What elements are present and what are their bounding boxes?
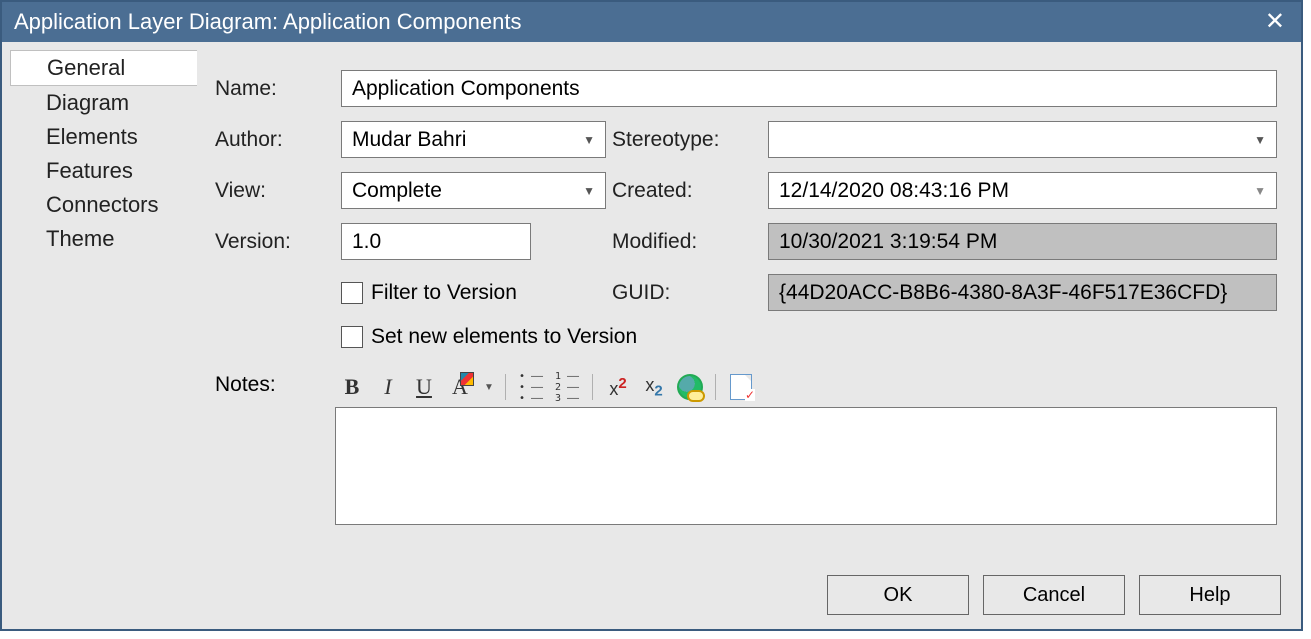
- set-new-elements-label: Set new elements to Version: [371, 325, 637, 349]
- chevron-down-icon: ▼: [583, 133, 595, 147]
- label-notes: Notes:: [215, 367, 335, 397]
- sidebar-item-diagram[interactable]: Diagram: [2, 86, 197, 120]
- version-value: 1.0: [352, 230, 381, 254]
- italic-button[interactable]: I: [371, 371, 405, 403]
- modified-box: 10/30/2021 3:19:54 PM: [768, 223, 1277, 260]
- window-title: Application Layer Diagram: Application C…: [14, 9, 522, 35]
- label-guid: GUID:: [612, 281, 762, 305]
- filter-to-version-row[interactable]: Filter to Version: [341, 281, 606, 305]
- globe-icon: [677, 374, 703, 400]
- sidebar-item-features[interactable]: Features: [2, 154, 197, 188]
- filter-to-version-label: Filter to Version: [371, 281, 517, 305]
- notes-area: B I U A ▼ • ——• ——• —— 1 ——2 ——3 ——: [335, 367, 1277, 525]
- label-created: Created:: [612, 179, 762, 203]
- set-new-elements-checkbox[interactable]: [341, 326, 363, 348]
- view-value: Complete: [352, 179, 442, 203]
- toolbar-separator: [715, 374, 716, 400]
- superscript-icon: x2: [609, 375, 626, 400]
- label-view: View:: [215, 179, 335, 203]
- superscript-button[interactable]: x2: [601, 371, 635, 403]
- notes-textarea[interactable]: [335, 407, 1277, 525]
- name-input[interactable]: Application Components: [341, 70, 1277, 107]
- sidebar-item-label: Features: [46, 158, 133, 183]
- sidebar-item-label: General: [47, 55, 125, 80]
- label-name: Name:: [215, 77, 335, 101]
- created-combo[interactable]: 12/14/2020 08:43:16 PM ▼: [768, 172, 1277, 209]
- bold-button[interactable]: B: [335, 371, 369, 403]
- sidebar-item-elements[interactable]: Elements: [2, 120, 197, 154]
- label-modified: Modified:: [612, 230, 762, 254]
- font-color-icon: A: [452, 374, 468, 400]
- hyperlink-button[interactable]: [673, 371, 707, 403]
- bullet-list-icon: • ——• ——• ——: [519, 371, 543, 404]
- version-input[interactable]: 1.0: [341, 223, 531, 260]
- underline-icon: U: [416, 374, 432, 400]
- label-version: Version:: [215, 230, 335, 254]
- guid-value: {44D20ACC-B8B6-4380-8A3F-46F517E36CFD}: [779, 281, 1227, 305]
- number-list-icon: 1 ——2 ——3 ——: [555, 371, 579, 404]
- form-grid: Name: Application Components Author: Mud…: [215, 70, 1277, 349]
- cancel-button[interactable]: Cancel: [983, 575, 1125, 615]
- chevron-down-icon: ▼: [583, 184, 595, 198]
- bullet-list-button[interactable]: • ——• ——• ——: [514, 371, 548, 403]
- toolbar-separator: [505, 374, 506, 400]
- ok-button[interactable]: OK: [827, 575, 969, 615]
- sidebar-item-label: Connectors: [46, 192, 159, 217]
- help-button[interactable]: Help: [1139, 575, 1281, 615]
- dialog-footer: OK Cancel Help: [2, 561, 1301, 629]
- dialog-window: Application Layer Diagram: Application C…: [0, 0, 1303, 631]
- underline-button[interactable]: U: [407, 371, 441, 403]
- set-new-elements-row[interactable]: Set new elements to Version: [341, 325, 1277, 349]
- chevron-down-icon: ▼: [1254, 184, 1266, 198]
- author-combo[interactable]: Mudar Bahri ▼: [341, 121, 606, 158]
- font-color-dropdown[interactable]: ▼: [479, 371, 497, 403]
- subscript-icon: x2: [645, 375, 662, 400]
- chevron-down-icon: ▼: [1254, 133, 1266, 147]
- titlebar: Application Layer Diagram: Application C…: [2, 2, 1301, 42]
- toolbar-separator: [592, 374, 593, 400]
- italic-icon: I: [384, 374, 391, 400]
- sidebar: General Diagram Elements Features Connec…: [2, 42, 197, 561]
- chevron-down-icon: ▼: [484, 382, 494, 393]
- sidebar-item-label: Diagram: [46, 90, 129, 115]
- filter-to-version-checkbox[interactable]: [341, 282, 363, 304]
- notes-row: Notes: B I U A ▼ • ——• ——• ——: [215, 367, 1277, 525]
- close-icon[interactable]: ✕: [1261, 10, 1289, 34]
- sidebar-item-theme[interactable]: Theme: [2, 222, 197, 256]
- dialog-body: General Diagram Elements Features Connec…: [2, 42, 1301, 561]
- document-button[interactable]: [724, 371, 758, 403]
- label-stereotype: Stereotype:: [612, 128, 762, 152]
- font-color-button[interactable]: A: [443, 371, 477, 403]
- name-value: Application Components: [352, 77, 580, 101]
- number-list-button[interactable]: 1 ——2 ——3 ——: [550, 371, 584, 403]
- notes-toolbar: B I U A ▼ • ——• ——• —— 1 ——2 ——3 ——: [335, 367, 1277, 407]
- sidebar-item-label: Elements: [46, 124, 138, 149]
- main-panel: Name: Application Components Author: Mud…: [197, 42, 1301, 561]
- sidebar-item-connectors[interactable]: Connectors: [2, 188, 197, 222]
- guid-box: {44D20ACC-B8B6-4380-8A3F-46F517E36CFD}: [768, 274, 1277, 311]
- sidebar-item-label: Theme: [46, 226, 114, 251]
- sidebar-item-general[interactable]: General: [10, 50, 198, 86]
- modified-value: 10/30/2021 3:19:54 PM: [779, 230, 997, 254]
- stereotype-combo[interactable]: ▼: [768, 121, 1277, 158]
- author-value: Mudar Bahri: [352, 128, 466, 152]
- created-value: 12/14/2020 08:43:16 PM: [779, 179, 1009, 203]
- document-icon: [730, 374, 752, 400]
- bold-icon: B: [345, 374, 360, 400]
- subscript-button[interactable]: x2: [637, 371, 671, 403]
- label-author: Author:: [215, 128, 335, 152]
- view-combo[interactable]: Complete ▼: [341, 172, 606, 209]
